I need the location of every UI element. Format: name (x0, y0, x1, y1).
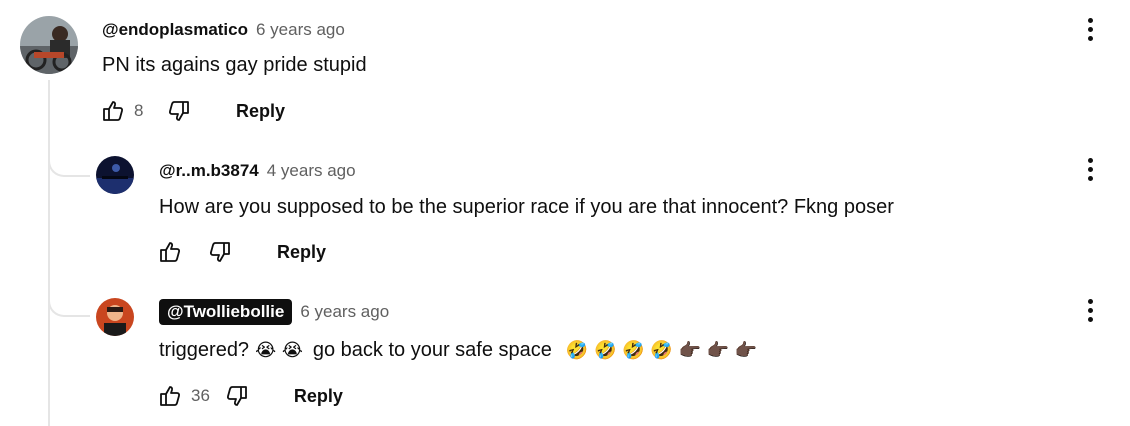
dislike-button[interactable] (207, 239, 233, 265)
thumbs-down-icon (226, 386, 247, 406)
emoji-group: 🤣 🤣 🤣 🤣 👉🏿 👉🏿 👉🏿 (565, 340, 758, 361)
avatar[interactable] (96, 298, 134, 336)
comment-timestamp[interactable]: 6 years ago (256, 20, 345, 40)
like-count: 36 (191, 386, 210, 405)
thread-line (48, 80, 50, 426)
comment-text: PN its agains gay pride stupid (102, 54, 367, 77)
thumbs-down-icon (168, 101, 189, 121)
comment-timestamp[interactable]: 6 years ago (300, 302, 389, 322)
more-vert-icon[interactable] (1080, 14, 1100, 44)
comment-text: triggered? 😭 😭 go back to your safe spac… (159, 339, 757, 362)
author-name-badge[interactable]: @Twolliebollie (159, 299, 293, 325)
thumbs-down-icon (209, 242, 230, 262)
comment-timestamp[interactable]: 4 years ago (267, 161, 356, 181)
comment-text-body: How are you supposed to be the superior … (159, 196, 894, 218)
reply-button[interactable]: Reply (294, 386, 343, 407)
like-button[interactable] (100, 98, 126, 124)
like-count: 8 (134, 101, 144, 120)
avatar[interactable] (20, 16, 78, 74)
comment-text-part: triggered? (159, 339, 250, 361)
like-button[interactable] (157, 239, 183, 265)
thread-connector (48, 285, 90, 317)
dislike-button[interactable] (166, 98, 192, 124)
comment-actions: 8 Reply (100, 98, 285, 124)
author-name[interactable]: @r..m.b3874 (159, 161, 259, 181)
comment-text-body: PN its agains gay pride stupid (102, 54, 367, 76)
thumbs-up-icon (160, 386, 181, 406)
reply-button[interactable]: Reply (277, 242, 326, 263)
comment-actions: 36 Reply (157, 383, 343, 409)
comment-actions: Reply (157, 239, 326, 265)
thumbs-up-icon (160, 242, 181, 262)
comment-header: @endoplasmatico 6 years ago (102, 20, 345, 40)
more-vert-icon[interactable] (1080, 154, 1100, 184)
author-name[interactable]: @endoplasmatico (102, 20, 248, 40)
comment-text-part: go back to your safe space (312, 339, 552, 361)
reply-button[interactable]: Reply (236, 101, 285, 122)
comment-header: @Twolliebollie 6 years ago (159, 299, 389, 325)
comment-header: @r..m.b3874 4 years ago (159, 161, 356, 181)
thumbs-up-icon (103, 101, 124, 121)
dislike-button[interactable] (224, 383, 250, 409)
comment-text: How are you supposed to be the superior … (159, 196, 894, 219)
more-vert-icon[interactable] (1080, 295, 1100, 325)
avatar[interactable] (96, 156, 134, 194)
like-button[interactable] (157, 383, 183, 409)
emoji-group: 😭 😭 (255, 340, 303, 361)
thread-connector (48, 145, 90, 177)
